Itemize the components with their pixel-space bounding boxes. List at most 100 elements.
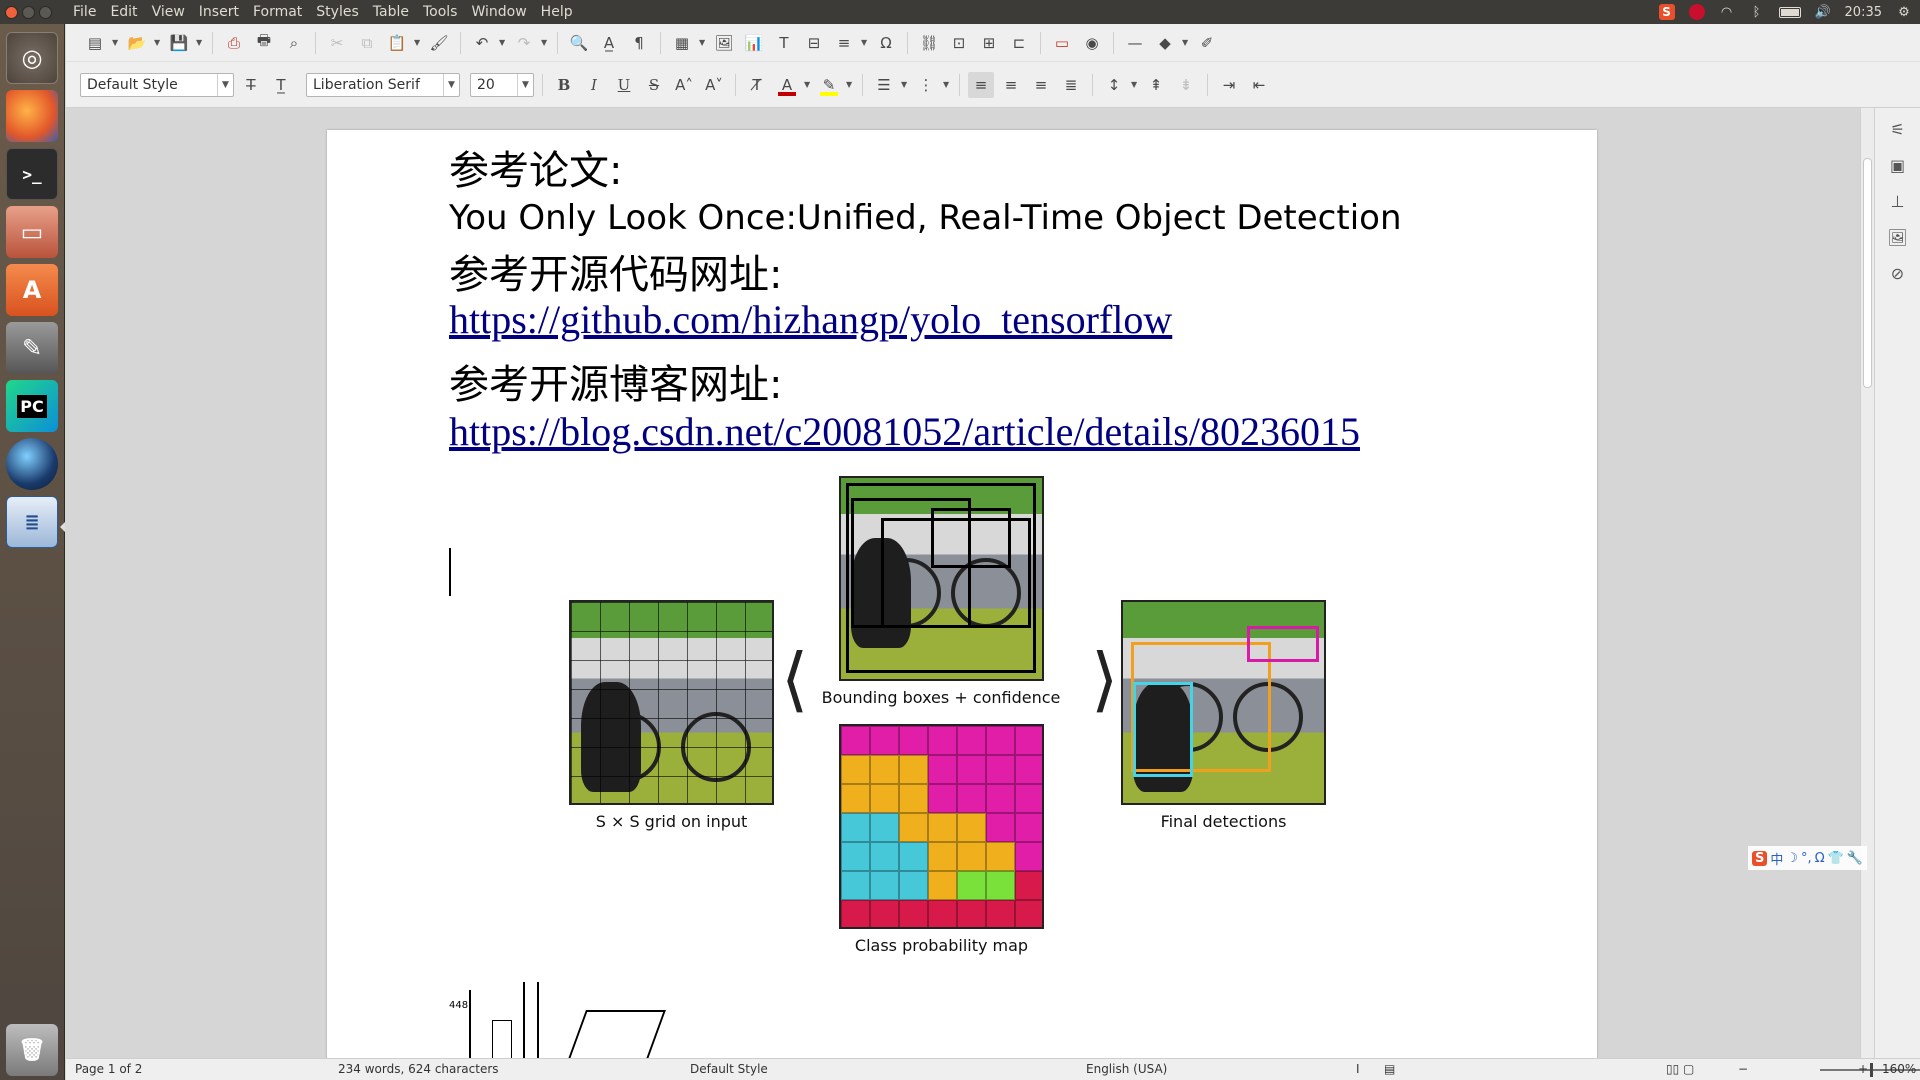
- system-settings-icon[interactable]: ✎: [6, 322, 58, 374]
- redo-icon[interactable]: ↷: [511, 30, 537, 56]
- chevron-down-icon[interactable]: ▼: [901, 80, 909, 89]
- export-pdf-icon[interactable]: ⎙: [221, 30, 247, 56]
- insert-textbox-icon[interactable]: T: [771, 30, 797, 56]
- bold-icon[interactable]: B: [551, 72, 577, 98]
- chevron-down-icon[interactable]: ▼: [517, 73, 533, 96]
- language[interactable]: English (USA): [1086, 1062, 1167, 1076]
- insert-table-icon[interactable]: ▦: [669, 30, 695, 56]
- new-document-icon[interactable]: ▤: [82, 30, 108, 56]
- align-left-icon[interactable]: ≡: [968, 71, 994, 98]
- highlight-color-icon[interactable]: ✎: [816, 72, 842, 98]
- minimize-window-button[interactable]: [22, 5, 35, 19]
- heading-reference-paper[interactable]: 参考论文:: [449, 138, 622, 196]
- chevron-down-icon[interactable]: ▼: [541, 38, 549, 47]
- menu-format[interactable]: Format: [246, 0, 309, 24]
- page-icon[interactable]: ▣: [1883, 150, 1913, 180]
- chevron-down-icon[interactable]: ▼: [861, 38, 869, 47]
- punctuation-icon[interactable]: °,: [1801, 851, 1812, 866]
- scrollbar-thumb[interactable]: [1863, 158, 1872, 388]
- chevron-down-icon[interactable]: ▼: [112, 38, 120, 47]
- chevron-down-icon[interactable]: ▼: [1131, 80, 1139, 89]
- justify-icon[interactable]: ≣: [1058, 72, 1084, 98]
- heading-open-source-code[interactable]: 参考开源代码网址:: [449, 242, 782, 300]
- increase-indent-icon[interactable]: ⇥: [1216, 72, 1242, 98]
- zoom-out-icon[interactable]: −: [1738, 1062, 1748, 1076]
- decrease-paragraph-spacing-icon[interactable]: ⇟: [1173, 72, 1199, 98]
- copy-icon[interactable]: ⧉: [354, 30, 380, 56]
- word-count[interactable]: 234 words, 624 characters: [338, 1062, 499, 1076]
- wrench-icon[interactable]: 🔧: [1847, 851, 1863, 866]
- blog-link[interactable]: https://blog.csdn.net/c20081052/article/…: [449, 408, 1360, 455]
- zoom-level[interactable]: 160%: [1882, 1062, 1916, 1076]
- paste-icon[interactable]: 📋: [384, 30, 410, 56]
- print-icon[interactable]: 🖶: [251, 30, 277, 56]
- strikethrough-icon[interactable]: S: [641, 72, 667, 98]
- omega-icon[interactable]: Ω: [1815, 851, 1825, 866]
- endnote-icon[interactable]: ⊞: [976, 30, 1002, 56]
- subscript-icon[interactable]: A˅: [701, 72, 727, 98]
- menu-styles[interactable]: Styles: [309, 0, 365, 24]
- chevron-down-icon[interactable]: ▼: [804, 80, 812, 89]
- dash-home-icon[interactable]: ◎: [6, 32, 58, 84]
- chevron-down-icon[interactable]: ▼: [414, 38, 422, 47]
- chevron-down-icon[interactable]: ▼: [196, 38, 204, 47]
- vertical-scrollbar[interactable]: [1860, 108, 1874, 1058]
- formatting-marks-icon[interactable]: ¶: [626, 30, 652, 56]
- line-spacing-icon[interactable]: ↕: [1101, 72, 1127, 98]
- menu-tools[interactable]: Tools: [416, 0, 465, 24]
- align-right-icon[interactable]: ≡: [1028, 72, 1054, 98]
- save-status-icon[interactable]: ▤: [1384, 1062, 1395, 1076]
- comment-icon[interactable]: ▭: [1049, 30, 1075, 56]
- menu-view[interactable]: View: [145, 0, 192, 24]
- terminal-icon[interactable]: >_: [6, 148, 58, 200]
- print-preview-icon[interactable]: ⌕: [281, 30, 307, 56]
- clone-formatting-icon[interactable]: 🖌: [426, 30, 452, 56]
- navigator-icon[interactable]: ⊘: [1883, 258, 1913, 288]
- font-name-combo[interactable]: Liberation Serif ▼: [306, 72, 460, 97]
- sogou-ime-icon[interactable]: S: [1658, 4, 1675, 20]
- document-page[interactable]: 参考论文: You Only Look Once:Unified, Real-T…: [327, 130, 1597, 1058]
- paper-title[interactable]: You Only Look Once:Unified, Real-Time Ob…: [449, 198, 1402, 238]
- heading-open-source-blog[interactable]: 参考开源博客网址:: [449, 352, 782, 410]
- clock[interactable]: 20:35: [1845, 5, 1882, 20]
- chevron-down-icon[interactable]: ▼: [499, 38, 507, 47]
- numbered-list-icon[interactable]: ⋮: [913, 72, 939, 98]
- firefox-icon[interactable]: [6, 90, 58, 142]
- moon-icon[interactable]: ☽: [1786, 851, 1798, 866]
- document-area[interactable]: 参考论文: You Only Look Once:Unified, Real-T…: [66, 108, 1860, 1058]
- insert-chart-icon[interactable]: 📊: [741, 30, 767, 56]
- menu-table[interactable]: Table: [366, 0, 416, 24]
- libreoffice-writer-icon[interactable]: ≣: [6, 496, 58, 548]
- view-layout-icon[interactable]: ▯▯ ▢: [1666, 1062, 1694, 1076]
- gallery-icon[interactable]: 🖼: [1883, 222, 1913, 252]
- new-style-icon[interactable]: T̲: [268, 72, 294, 98]
- bullet-list-icon[interactable]: ☰: [871, 72, 897, 98]
- font-color-icon[interactable]: A: [774, 72, 800, 98]
- insert-page-break-icon[interactable]: ⊟: [801, 30, 827, 56]
- superscript-icon[interactable]: A˄: [671, 72, 697, 98]
- globe-app-icon[interactable]: [6, 438, 58, 490]
- chevron-down-icon[interactable]: ▼: [846, 80, 854, 89]
- chevron-down-icon[interactable]: ▼: [217, 73, 233, 96]
- zoom-slider-knob[interactable]: [1870, 1063, 1873, 1077]
- styles-icon[interactable]: ⊥: [1883, 186, 1913, 216]
- menu-file[interactable]: File: [66, 0, 103, 24]
- close-window-button[interactable]: [5, 5, 18, 19]
- chevron-down-icon[interactable]: ▼: [443, 73, 459, 96]
- yolo-figure[interactable]: S × S grid on input ⟨ ⟩ Bounding boxes +…: [569, 476, 1349, 956]
- files-icon[interactable]: ▭: [6, 206, 58, 258]
- cut-icon[interactable]: ✂: [324, 30, 350, 56]
- track-changes-icon[interactable]: ◉: [1079, 30, 1105, 56]
- underline-icon[interactable]: U: [611, 72, 637, 98]
- insert-field-icon[interactable]: ≡: [831, 30, 857, 56]
- gear-icon[interactable]: ⚙: [1896, 4, 1912, 20]
- trash-icon[interactable]: 🗑: [6, 1024, 58, 1076]
- zoom-in-icon[interactable]: +: [1858, 1062, 1868, 1076]
- bluetooth-icon[interactable]: ᛒ: [1749, 4, 1765, 20]
- menu-help[interactable]: Help: [534, 0, 580, 24]
- spelling-icon[interactable]: A̲: [596, 30, 622, 56]
- chevron-down-icon[interactable]: ▼: [943, 80, 951, 89]
- menu-insert[interactable]: Insert: [192, 0, 246, 24]
- undo-icon[interactable]: ↶: [469, 30, 495, 56]
- menu-edit[interactable]: Edit: [103, 0, 144, 24]
